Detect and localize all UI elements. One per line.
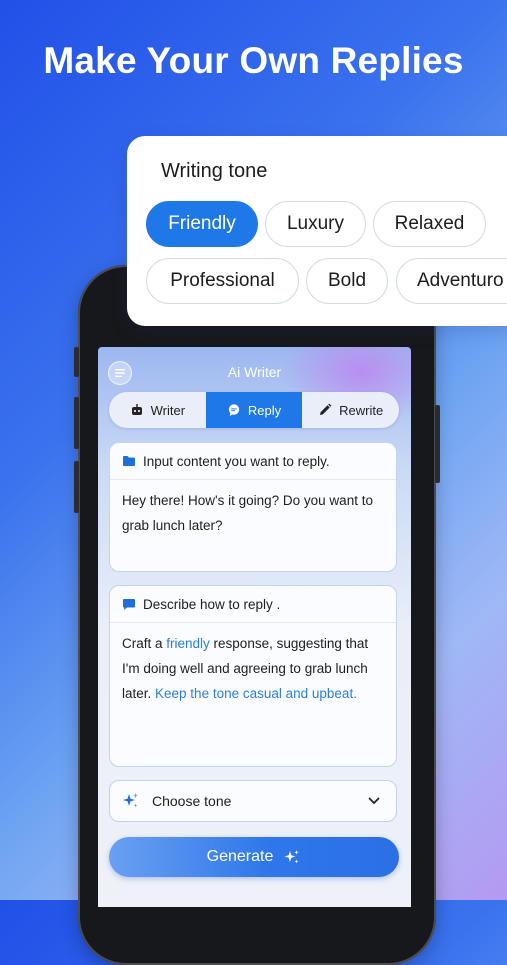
phone-side-button (74, 347, 79, 377)
phone-volume-down-button (74, 461, 79, 513)
phone-volume-up-button (74, 397, 79, 449)
input-content-header: Input content you want to reply. (110, 443, 396, 480)
writing-tone-panel: Writing tone Friendly Luxury Relaxed Pro… (127, 136, 507, 326)
generate-button[interactable]: Generate (109, 837, 399, 877)
tab-reply[interactable]: Reply (205, 392, 303, 428)
tab-writer-label: Writer (150, 402, 186, 418)
tone-chip-bold[interactable]: Bold (306, 258, 388, 304)
input-content-title: Input content you want to reply. (143, 453, 330, 469)
generate-label: Generate (206, 848, 274, 865)
tone-chip-luxury[interactable]: Luxury (265, 201, 366, 247)
input-content-text[interactable]: Hey there! How's it going? Do you want t… (110, 480, 396, 546)
input-content-card[interactable]: Input content you want to reply. Hey the… (109, 442, 397, 572)
chat-bubble-icon (228, 404, 240, 416)
tone-chip-friendly[interactable]: Friendly (146, 201, 258, 247)
writing-tone-title: Writing tone (161, 160, 268, 182)
mode-tabs: Writer Reply Rewrite (109, 392, 399, 428)
choose-tone-dropdown[interactable]: Choose tone (109, 780, 397, 822)
tone-chip-professional[interactable]: Professional (146, 258, 299, 304)
tab-rewrite[interactable]: Rewrite (302, 392, 399, 428)
describe-highlight-tone: Keep the tone casual and upbeat. (155, 686, 357, 701)
tone-chip-adventurous[interactable]: Adventuro (396, 258, 507, 304)
app-title: Ai Writer (227, 364, 282, 380)
phone-power-button (435, 405, 440, 483)
describe-reply-header: Describe how to reply . (110, 586, 396, 623)
headline: Make Your Own Replies (43, 40, 464, 81)
app-screen: Ai Writer Writer Reply Rewrite Input con… (98, 347, 411, 907)
folder-icon (123, 456, 135, 466)
choose-tone-label: Choose tone (152, 793, 232, 809)
tab-reply-label: Reply (247, 402, 282, 418)
describe-text-part-1: Craft a (122, 636, 167, 651)
pencil-icon (320, 403, 332, 415)
tab-writer[interactable]: Writer (109, 392, 206, 428)
describe-reply-text[interactable]: Craft a friendly response, suggesting th… (110, 623, 396, 714)
message-icon (123, 598, 135, 610)
robot-icon (131, 404, 142, 415)
describe-reply-card[interactable]: Describe how to reply . Craft a friendly… (109, 585, 397, 767)
tone-chip-relaxed[interactable]: Relaxed (373, 201, 486, 247)
sparkle-icon (284, 850, 300, 864)
describe-highlight-friendly: friendly (166, 636, 210, 651)
chevron-down-icon (364, 791, 384, 811)
describe-reply-title: Describe how to reply . (143, 596, 281, 612)
tab-rewrite-label: Rewrite (339, 402, 384, 418)
sparkle-icon (123, 793, 138, 808)
